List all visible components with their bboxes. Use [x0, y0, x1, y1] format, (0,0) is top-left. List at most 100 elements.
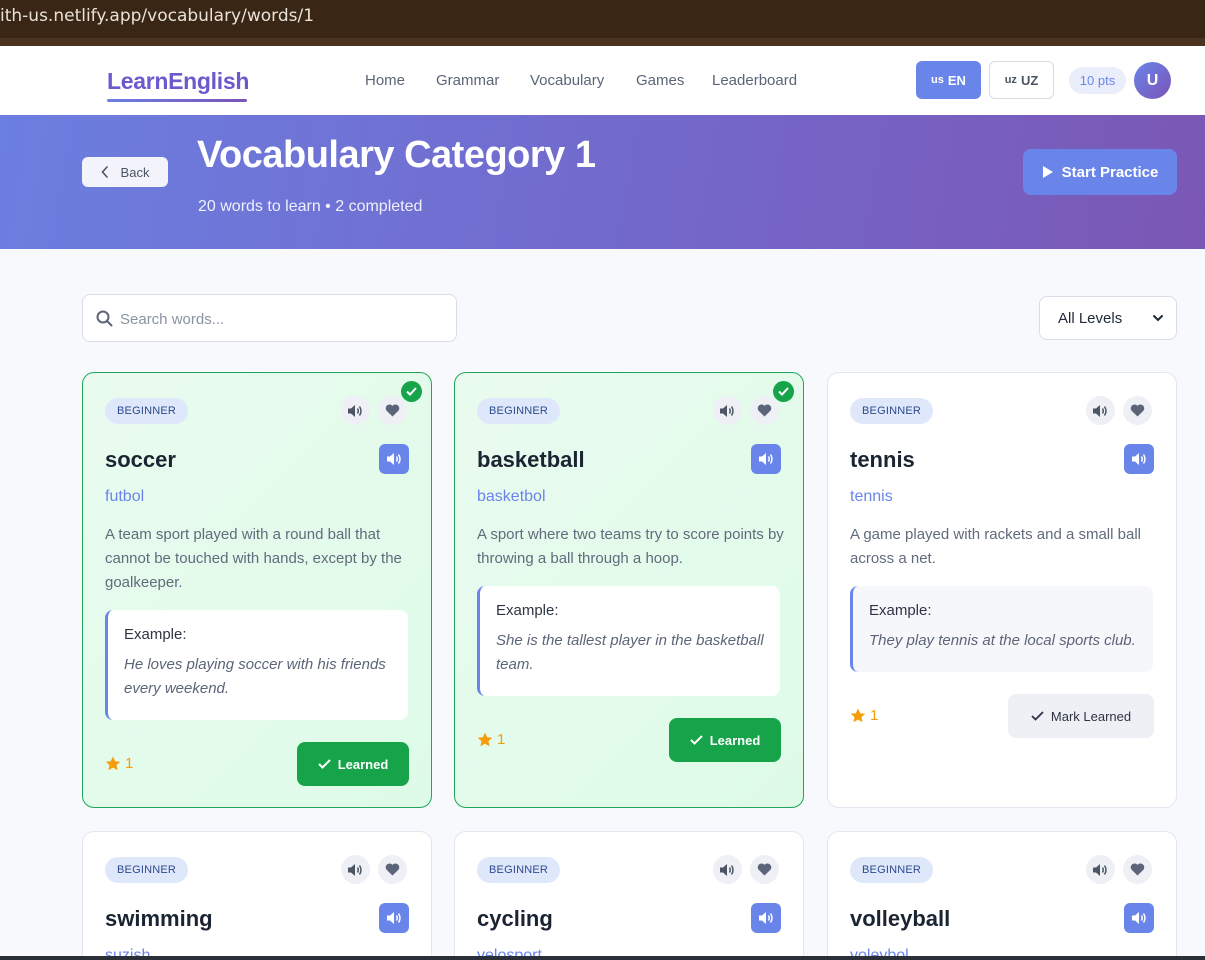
us-flag-icon: us [931, 74, 944, 86]
pronounce-button[interactable] [379, 903, 409, 933]
star-icon [850, 708, 866, 723]
lang-en-button[interactable]: us EN [916, 61, 981, 99]
speaker-icon [758, 912, 773, 924]
audio-button[interactable] [341, 855, 370, 884]
learned-check-icon [401, 381, 422, 402]
nav-home[interactable]: Home [365, 72, 405, 89]
word-card: BEGINNER tennis tennis A game played wit… [827, 372, 1177, 808]
audio-button[interactable] [1086, 855, 1115, 884]
word-definition: A game played with rackets and a small b… [850, 526, 1141, 567]
learned-check-icon [773, 381, 794, 402]
favorite-button[interactable] [378, 855, 407, 884]
star-count-value: 1 [125, 755, 134, 772]
star-icon [105, 756, 121, 771]
start-practice-label: Start Practice [1061, 163, 1159, 181]
word-card: BEGINNER swimming suzish [82, 831, 432, 960]
favorite-button[interactable] [1123, 396, 1152, 425]
audio-button[interactable] [713, 855, 742, 884]
star-count: 1 [850, 707, 878, 724]
favorite-button[interactable] [750, 855, 779, 884]
star-count: 1 [477, 731, 505, 748]
audio-button[interactable] [341, 396, 370, 425]
example-box: Example: She is the tallest player in th… [477, 586, 780, 696]
level-badge: BEGINNER [850, 857, 934, 883]
heart-icon [385, 863, 400, 876]
learned-button[interactable]: Learned [669, 718, 781, 762]
favorite-button[interactable] [378, 396, 407, 425]
speaker-icon [386, 912, 401, 924]
level-select-value: All Levels [1058, 309, 1123, 327]
top-nav: LearnEnglish Home Grammar Vocabulary Gam… [0, 46, 1205, 115]
window-bottom-edge [0, 956, 1205, 960]
check-icon [1031, 711, 1044, 721]
check-icon [317, 759, 331, 769]
example-text: He loves playing soccer with his friends… [124, 656, 386, 697]
audio-button[interactable] [1086, 396, 1115, 425]
favorite-button[interactable] [750, 396, 779, 425]
lang-uz-button[interactable]: uz UZ [989, 61, 1054, 99]
example-label: Example: [869, 602, 932, 619]
word-definition: A team sport played with a round ball th… [105, 526, 402, 591]
heart-icon [757, 404, 772, 417]
heart-icon [1130, 404, 1145, 417]
lang-en-label: EN [947, 72, 966, 88]
audio-button[interactable] [713, 396, 742, 425]
learned-label: Learned [709, 732, 761, 748]
level-badge: BEGINNER [105, 398, 189, 424]
pronounce-button[interactable] [1124, 903, 1154, 933]
level-badge: BEGINNER [477, 857, 561, 883]
play-icon [1042, 166, 1053, 178]
learned-button[interactable]: Learned [297, 742, 409, 786]
speaker-icon [720, 863, 734, 876]
mark-learned-button[interactable]: Mark Learned [1008, 694, 1154, 738]
word-translation: basketbol [477, 488, 546, 505]
speaker-icon [1093, 863, 1107, 876]
word-card: BEGINNER soccer futbol A team sport play… [82, 372, 432, 808]
learned-label: Learned [337, 756, 389, 772]
page-subtitle: 20 words to learn • 2 completed [198, 198, 423, 215]
example-text: They play tennis at the local sports clu… [869, 632, 1136, 649]
level-badge: BEGINNER [105, 857, 189, 883]
heart-icon [385, 404, 400, 417]
speaker-icon [1093, 404, 1107, 417]
star-count-value: 1 [497, 731, 506, 748]
word-title: tennis [850, 447, 915, 472]
pronounce-button[interactable] [1124, 444, 1154, 474]
search-icon [96, 310, 113, 327]
avatar[interactable]: U [1134, 62, 1171, 99]
uz-flag-icon: uz [1004, 74, 1017, 86]
page-title: Vocabulary Category 1 [197, 134, 596, 176]
pronounce-button[interactable] [751, 444, 781, 474]
pronounce-button[interactable] [751, 903, 781, 933]
speaker-icon [348, 863, 362, 876]
mark-learned-label: Mark Learned [1050, 708, 1132, 724]
speaker-icon [348, 404, 362, 417]
word-card: BEGINNER cycling velosport [454, 831, 804, 960]
pronounce-button[interactable] [379, 444, 409, 474]
browser-url-bar[interactable]: ith-us.netlify.app/vocabulary/words/1 [0, 0, 1205, 46]
check-icon [689, 735, 703, 745]
word-translation: futbol [105, 488, 145, 505]
nav-games[interactable]: Games [636, 72, 684, 89]
word-card: BEGINNER volleyball voleybol [827, 831, 1177, 960]
heart-icon [757, 863, 772, 876]
lang-uz-label: UZ [1020, 72, 1039, 88]
nav-grammar[interactable]: Grammar [436, 72, 499, 89]
category-hero: Back Vocabulary Category 1 20 words to l… [0, 115, 1205, 249]
word-title: swimming [105, 906, 213, 931]
word-title: cycling [477, 906, 553, 931]
speaker-icon [386, 453, 401, 465]
back-button[interactable]: Back [82, 157, 168, 187]
nav-leaderboard[interactable]: Leaderboard [712, 72, 797, 89]
heart-icon [1130, 863, 1145, 876]
logo[interactable]: LearnEnglish [107, 68, 249, 95]
search-input[interactable] [120, 307, 440, 331]
nav-vocabulary[interactable]: Vocabulary [530, 72, 604, 89]
word-title: soccer [105, 447, 176, 472]
star-count-value: 1 [870, 707, 879, 724]
favorite-button[interactable] [1123, 855, 1152, 884]
level-select[interactable]: All Levels [1039, 296, 1177, 340]
example-label: Example: [124, 626, 187, 643]
speaker-icon [1131, 453, 1146, 465]
start-practice-button[interactable]: Start Practice [1023, 149, 1177, 195]
